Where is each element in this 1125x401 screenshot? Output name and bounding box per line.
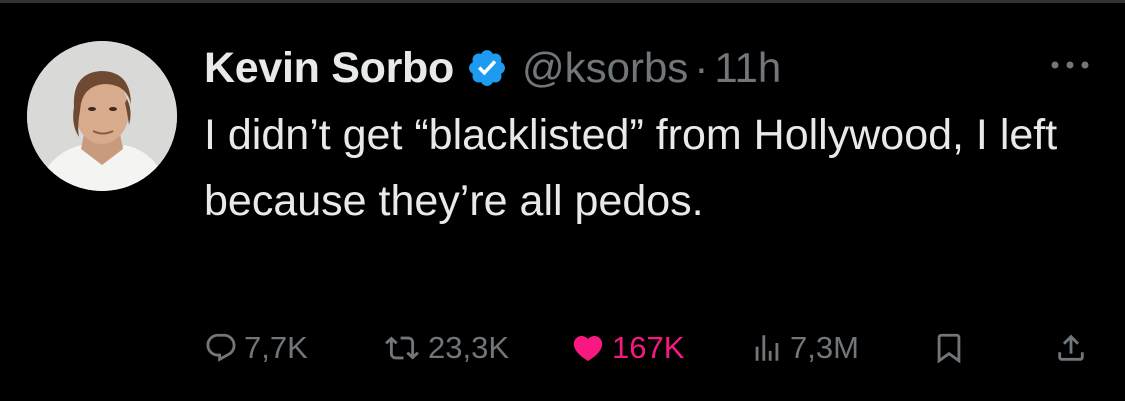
- bookmark-button[interactable]: [932, 320, 966, 376]
- views-count: 7,3M: [790, 330, 859, 365]
- more-horizontal-icon[interactable]: [1045, 50, 1095, 80]
- author-handle[interactable]: @ksorbs: [522, 44, 688, 92]
- like-count: 167K: [612, 330, 685, 365]
- tweet-header: Kevin Sorbo @ksorbs · 11h: [204, 38, 781, 98]
- views-button[interactable]: 7,3M: [750, 320, 859, 376]
- bar-chart-icon: [750, 331, 784, 365]
- reply-button[interactable]: 7,7K: [204, 320, 308, 376]
- like-button[interactable]: 167K: [570, 320, 684, 376]
- avatar[interactable]: [27, 41, 177, 191]
- reply-count: 7,7K: [244, 330, 308, 365]
- heart-icon: [570, 331, 606, 365]
- bookmark-icon: [932, 330, 966, 366]
- top-divider: [0, 0, 1125, 3]
- retweet-button[interactable]: 23,3K: [382, 320, 509, 376]
- tweet-actions: 7,7K 23,3K 167K 7,3M: [204, 320, 1094, 376]
- retweet-icon: [382, 331, 422, 365]
- share-button[interactable]: [1054, 320, 1088, 376]
- tweet-text: I didn’t get “blacklisted” from Hollywoo…: [204, 111, 1058, 225]
- reply-bubble-icon: [204, 331, 238, 365]
- author-display-name[interactable]: Kevin Sorbo: [204, 44, 454, 93]
- tweet-timestamp[interactable]: 11h: [714, 44, 781, 92]
- retweet-count: 23,3K: [428, 330, 510, 365]
- share-upload-icon: [1054, 330, 1088, 366]
- verified-badge-icon: [466, 47, 508, 89]
- separator-dot: ·: [694, 44, 709, 91]
- avatar-image: [27, 41, 177, 191]
